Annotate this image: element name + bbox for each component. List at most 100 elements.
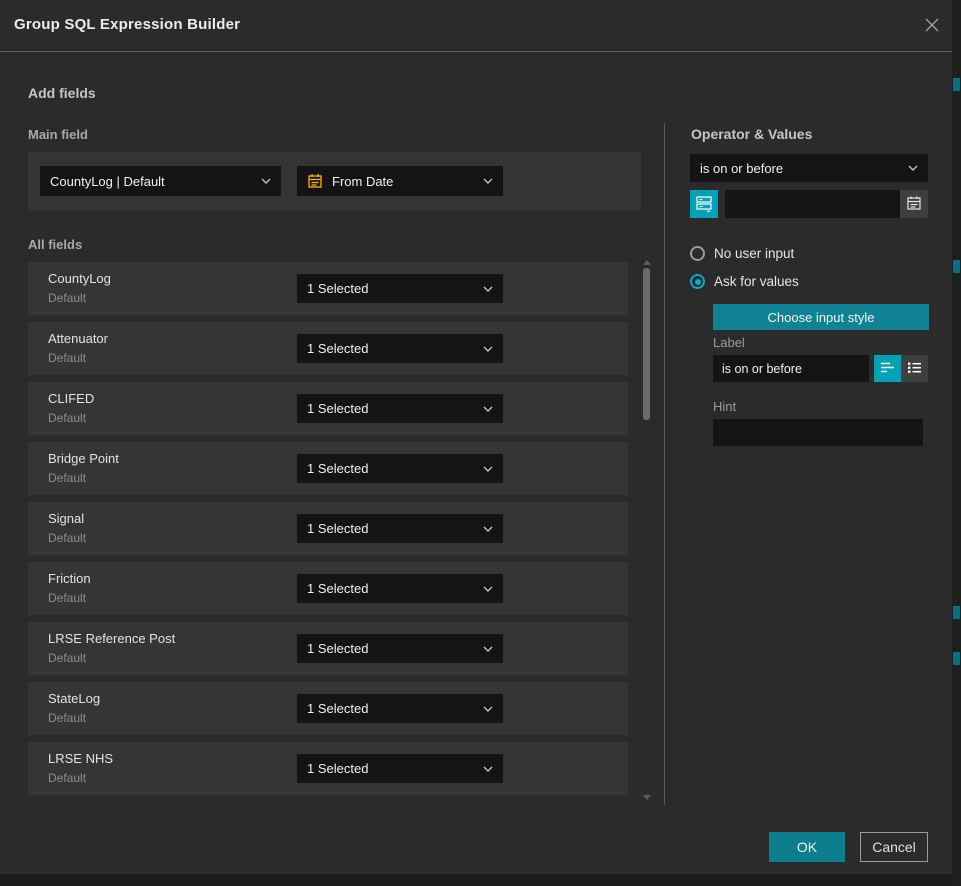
list-input-style-icon — [907, 361, 922, 377]
field-sublabel: Default — [48, 411, 86, 425]
background-accent — [953, 652, 960, 665]
field-sublabel: Default — [48, 771, 86, 785]
field-selection-value: 1 Selected — [307, 461, 368, 476]
operator-select[interactable]: is on or before — [690, 154, 928, 182]
value-input[interactable] — [725, 190, 900, 218]
list-input-style-button[interactable] — [901, 355, 928, 382]
field-row-lrse-reference-post: LRSE Reference Post Default 1 Selected — [28, 622, 628, 675]
field-selection-select[interactable]: 1 Selected — [297, 274, 503, 303]
hint-field-label: Hint — [713, 399, 736, 414]
scrollbar-down-arrow[interactable] — [643, 795, 651, 800]
dialog-title: Group SQL Expression Builder — [14, 16, 240, 33]
date-picker-button[interactable] — [900, 190, 928, 218]
field-name: Signal — [48, 511, 84, 526]
main-field-select-value: From Date — [332, 174, 393, 189]
field-selection-select[interactable]: 1 Selected — [297, 694, 503, 723]
field-selection-value: 1 Selected — [307, 401, 368, 416]
field-selection-select[interactable]: 1 Selected — [297, 754, 503, 783]
choose-input-style-button[interactable]: Choose input style — [713, 304, 929, 330]
main-layer-select[interactable]: CountyLog | Default — [40, 166, 281, 196]
field-sublabel: Default — [48, 471, 86, 485]
field-sublabel: Default — [48, 591, 86, 605]
field-row-countylog: CountyLog Default 1 Selected — [28, 262, 628, 315]
field-sublabel: Default — [48, 351, 86, 365]
dialog-titlebar: Group SQL Expression Builder — [0, 0, 952, 52]
field-row-attenuator: Attenuator Default 1 Selected — [28, 322, 628, 375]
field-name: StateLog — [48, 691, 100, 706]
chevron-down-icon — [908, 165, 918, 171]
field-selection-value: 1 Selected — [307, 761, 368, 776]
field-selection-select[interactable]: 1 Selected — [297, 334, 503, 363]
main-field-panel: CountyLog | Default From Date — [28, 152, 641, 210]
field-selection-select[interactable]: 1 Selected — [297, 454, 503, 483]
chevron-down-icon — [483, 406, 493, 412]
field-row-friction: Friction Default 1 Selected — [28, 562, 628, 615]
chevron-down-icon — [483, 766, 493, 772]
field-selection-value: 1 Selected — [307, 521, 368, 536]
add-fields-heading: Add fields — [28, 85, 96, 101]
field-name: Bridge Point — [48, 451, 119, 466]
label-field-label: Label — [713, 335, 745, 350]
group-sql-expression-builder-dialog: Group SQL Expression Builder Add fields … — [0, 0, 952, 874]
field-name: Attenuator — [48, 331, 108, 346]
field-selection-value: 1 Selected — [307, 641, 368, 656]
chevron-down-icon — [483, 526, 493, 532]
text-input-style-icon — [880, 361, 895, 377]
field-name: LRSE Reference Post — [48, 631, 175, 646]
radio-ask-for-values[interactable]: Ask for values — [690, 274, 799, 289]
chevron-down-icon — [483, 286, 493, 292]
field-selection-select[interactable]: 1 Selected — [297, 514, 503, 543]
radio-label: Ask for values — [714, 274, 799, 289]
value-type-stack-icon — [695, 194, 713, 215]
field-sublabel: Default — [48, 651, 86, 665]
ok-button[interactable]: OK — [769, 832, 845, 862]
main-layer-select-value: CountyLog | Default — [50, 174, 165, 189]
date-picker-icon — [906, 195, 922, 214]
scrollbar-thumb[interactable] — [643, 268, 650, 420]
field-row-signal: Signal Default 1 Selected — [28, 502, 628, 555]
main-field-select[interactable]: From Date — [297, 166, 503, 196]
field-row-clifed: CLIFED Default 1 Selected — [28, 382, 628, 435]
field-selection-select[interactable]: 1 Selected — [297, 634, 503, 663]
field-selection-select[interactable]: 1 Selected — [297, 394, 503, 423]
field-name: CountyLog — [48, 271, 111, 286]
panel-divider — [664, 123, 665, 805]
hint-input[interactable] — [713, 419, 923, 446]
text-input-style-button[interactable] — [874, 355, 901, 382]
background-app-strip — [952, 0, 961, 886]
all-fields-list: CountyLog Default 1 Selected Attenuator … — [28, 262, 628, 802]
chevron-down-icon — [483, 178, 493, 184]
cancel-button[interactable]: Cancel — [860, 832, 928, 862]
main-field-label: Main field — [28, 127, 88, 142]
label-input[interactable] — [713, 355, 869, 382]
background-accent — [953, 606, 960, 619]
field-row-bridge-point: Bridge Point Default 1 Selected — [28, 442, 628, 495]
background-accent — [953, 78, 960, 91]
all-fields-label: All fields — [28, 237, 82, 252]
field-selection-value: 1 Selected — [307, 701, 368, 716]
radio-no-user-input[interactable]: No user input — [690, 246, 794, 261]
radio-circle-icon — [690, 246, 705, 261]
field-name: Friction — [48, 571, 91, 586]
chevron-down-icon — [483, 466, 493, 472]
field-row-lrse-nhs: LRSE NHS Default 1 Selected — [28, 742, 628, 795]
field-sublabel: Default — [48, 711, 86, 725]
field-selection-select[interactable]: 1 Selected — [297, 574, 503, 603]
field-name: CLIFED — [48, 391, 94, 406]
radio-circle-icon — [690, 274, 705, 289]
fields-list-scrollbar[interactable] — [642, 260, 651, 800]
field-row-statelog: StateLog Default 1 Selected — [28, 682, 628, 735]
field-sublabel: Default — [48, 531, 86, 545]
value-type-toggle-button[interactable] — [690, 190, 718, 218]
field-selection-value: 1 Selected — [307, 281, 368, 296]
radio-label: No user input — [714, 246, 794, 261]
chevron-down-icon — [483, 646, 493, 652]
scrollbar-up-arrow[interactable] — [643, 260, 651, 265]
field-selection-value: 1 Selected — [307, 581, 368, 596]
close-icon — [923, 16, 941, 39]
chevron-down-icon — [483, 346, 493, 352]
calendar-icon — [307, 173, 323, 189]
chevron-down-icon — [261, 178, 271, 184]
field-selection-value: 1 Selected — [307, 341, 368, 356]
close-button[interactable] — [922, 17, 942, 37]
